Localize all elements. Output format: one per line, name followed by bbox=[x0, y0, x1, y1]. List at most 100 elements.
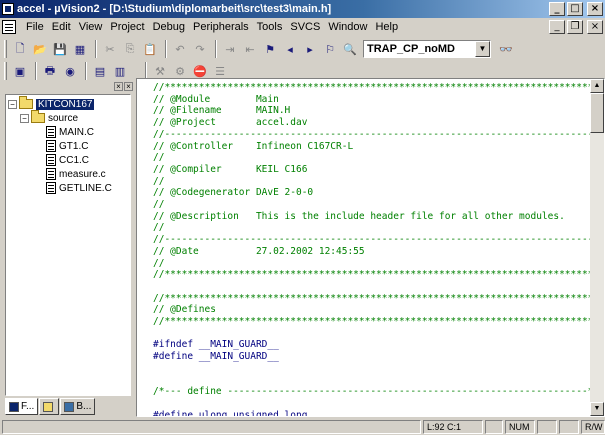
save-all-icon[interactable]: ▦ bbox=[71, 40, 89, 58]
menu-file[interactable]: File bbox=[22, 21, 48, 33]
tab-regs[interactable] bbox=[39, 398, 60, 415]
tree-target[interactable]: − KITCON167 bbox=[8, 96, 130, 111]
code-line[interactable]: #define __MAIN_GUARD__ bbox=[153, 351, 591, 363]
code-line[interactable]: // @Module Main bbox=[153, 94, 591, 106]
code-line[interactable]: // @Defines bbox=[153, 304, 591, 316]
code-line[interactable]: // bbox=[153, 222, 591, 234]
scroll-down-icon[interactable]: ▼ bbox=[590, 402, 604, 416]
file-label[interactable]: GETLINE.C bbox=[59, 183, 112, 194]
prev-bookmark-icon[interactable]: ◂ bbox=[281, 40, 299, 58]
project-tree[interactable]: − KITCON167 − source MAIN.C GT1.C CC1.C … bbox=[5, 94, 131, 396]
bookmark-icon[interactable]: ⚑ bbox=[261, 40, 279, 58]
code-line[interactable]: // bbox=[153, 152, 591, 164]
pane-close-icon[interactable]: × bbox=[124, 82, 133, 91]
code-line[interactable]: // @Compiler KEIL C166 bbox=[153, 164, 591, 176]
unindent-icon[interactable]: ⇤ bbox=[241, 40, 259, 58]
paste-icon[interactable]: 📋 bbox=[141, 40, 159, 58]
next-bookmark-icon[interactable]: ▸ bbox=[301, 40, 319, 58]
clear-bookmarks-icon[interactable]: ⚐ bbox=[321, 40, 339, 58]
document-icon[interactable] bbox=[2, 20, 16, 34]
code-line[interactable]: // @Filename MAIN.H bbox=[153, 105, 591, 117]
find-in-files-icon[interactable]: 🔍 bbox=[341, 40, 359, 58]
vertical-scrollbar[interactable]: ▲ ▼ bbox=[590, 79, 604, 416]
close-button[interactable]: × bbox=[587, 2, 603, 16]
binoculars-icon[interactable]: 👓 bbox=[497, 40, 515, 58]
code-line[interactable]: //--------------------------------------… bbox=[153, 129, 591, 141]
target-select[interactable]: TRAP_CP_noMD ▼ bbox=[363, 40, 491, 58]
menu-peripherals[interactable]: Peripherals bbox=[189, 21, 253, 33]
pane-close-icon[interactable]: × bbox=[114, 82, 123, 91]
code-text[interactable]: //**************************************… bbox=[137, 79, 591, 416]
code-editor[interactable]: //**************************************… bbox=[136, 78, 605, 417]
code-line[interactable]: // @Description This is the include head… bbox=[153, 211, 591, 223]
toolbar-grip[interactable] bbox=[4, 40, 7, 58]
tree-group[interactable]: − source bbox=[8, 110, 130, 125]
code-line[interactable]: //**************************************… bbox=[153, 269, 591, 281]
code-line[interactable]: /*--- define ---------------------------… bbox=[153, 386, 591, 398]
code-line[interactable]: // bbox=[153, 199, 591, 211]
minimize-button[interactable]: _ bbox=[549, 2, 565, 16]
code-line[interactable]: #define ulong unsigned long bbox=[153, 410, 591, 416]
code-line[interactable]: //**************************************… bbox=[153, 82, 591, 94]
code-line[interactable] bbox=[153, 281, 591, 293]
code-line[interactable]: // @Date 27.02.2002 12:45:55 bbox=[153, 246, 591, 258]
group-label[interactable]: source bbox=[48, 113, 78, 124]
undo-icon[interactable]: ↶ bbox=[171, 40, 189, 58]
code-line[interactable] bbox=[153, 398, 591, 410]
tab-files[interactable]: F... bbox=[5, 398, 39, 415]
file-label[interactable]: GT1.C bbox=[59, 141, 88, 152]
scroll-thumb[interactable] bbox=[590, 93, 604, 133]
redo-icon[interactable]: ↷ bbox=[191, 40, 209, 58]
menu-view[interactable]: View bbox=[75, 21, 107, 33]
menu-window[interactable]: Window bbox=[324, 21, 371, 33]
menu-tools[interactable]: Tools bbox=[253, 21, 287, 33]
code-line[interactable] bbox=[153, 363, 591, 375]
collapse-icon[interactable]: − bbox=[8, 99, 17, 109]
file-label[interactable]: MAIN.C bbox=[59, 127, 94, 138]
print-icon[interactable]: 🖶 bbox=[41, 62, 59, 80]
file-label[interactable]: CC1.C bbox=[59, 155, 89, 166]
save-icon[interactable]: 💾 bbox=[51, 40, 69, 58]
menu-project[interactable]: Project bbox=[106, 21, 148, 33]
doc-minimize-button[interactable]: _ bbox=[549, 20, 565, 34]
chevron-down-icon[interactable]: ▼ bbox=[475, 41, 490, 57]
open-file-icon[interactable]: 📂 bbox=[31, 40, 49, 58]
code-line[interactable] bbox=[153, 375, 591, 387]
new-file-icon[interactable]: 🗋 bbox=[11, 40, 29, 58]
tab-books[interactable]: B... bbox=[60, 398, 96, 415]
indent-icon[interactable]: ⇥ bbox=[221, 40, 239, 58]
doc-close-button[interactable]: × bbox=[587, 20, 603, 34]
tree-file[interactable]: CC1.C bbox=[8, 153, 130, 167]
file-label[interactable]: measure.c bbox=[59, 169, 106, 180]
project-window-icon[interactable]: ▣ bbox=[11, 62, 29, 80]
doc-restore-button[interactable]: ❐ bbox=[567, 20, 583, 34]
code-line[interactable]: // bbox=[153, 176, 591, 188]
cut-icon[interactable]: ✂ bbox=[101, 40, 119, 58]
code-line[interactable] bbox=[153, 328, 591, 340]
tree-file[interactable]: GETLINE.C bbox=[8, 181, 130, 195]
code-line[interactable]: #ifndef __MAIN_GUARD__ bbox=[153, 339, 591, 351]
copy-icon[interactable]: ⎘ bbox=[121, 40, 139, 58]
code-line[interactable]: //**************************************… bbox=[153, 316, 591, 328]
menu-debug[interactable]: Debug bbox=[149, 21, 189, 33]
tree-file[interactable]: MAIN.C bbox=[8, 125, 130, 139]
tree-file[interactable]: measure.c bbox=[8, 167, 130, 181]
workbook-icon[interactable]: ▥ bbox=[111, 62, 129, 80]
code-line[interactable]: // bbox=[153, 258, 591, 270]
collapse-icon[interactable]: − bbox=[20, 113, 29, 123]
toolbar-grip[interactable] bbox=[4, 62, 7, 80]
debug-icon[interactable]: ◉ bbox=[61, 62, 79, 80]
code-line[interactable]: //--------------------------------------… bbox=[153, 234, 591, 246]
code-line[interactable]: // @Controller Infineon C167CR-L bbox=[153, 141, 591, 153]
scroll-up-icon[interactable]: ▲ bbox=[590, 79, 604, 93]
output-window-icon[interactable]: ▤ bbox=[91, 62, 109, 80]
code-line[interactable]: // @Codegenerator DAvE 2-0-0 bbox=[153, 187, 591, 199]
code-line[interactable]: // @Project accel.dav bbox=[153, 117, 591, 129]
menu-edit[interactable]: Edit bbox=[48, 21, 75, 33]
maximize-button[interactable]: □ bbox=[567, 2, 583, 16]
menu-svcs[interactable]: SVCS bbox=[286, 21, 324, 33]
menu-help[interactable]: Help bbox=[371, 21, 402, 33]
tree-file[interactable]: GT1.C bbox=[8, 139, 130, 153]
code-line[interactable]: //**************************************… bbox=[153, 293, 591, 305]
target-label[interactable]: KITCON167 bbox=[36, 98, 95, 110]
